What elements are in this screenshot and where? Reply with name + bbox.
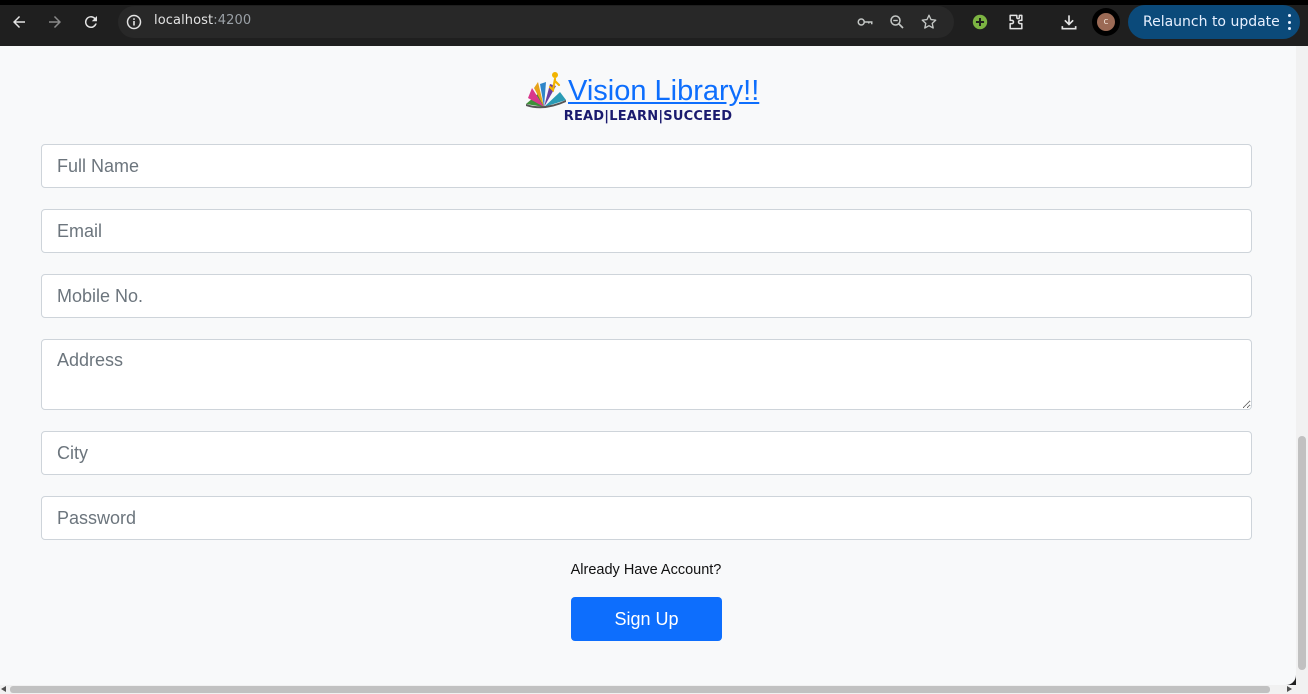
more-menu-icon[interactable] <box>1286 12 1292 32</box>
address-bar[interactable]: localhost:4200 <box>118 6 954 38</box>
page-viewport: Vision Library!! READ|LEARN|SUCCEED Alre… <box>0 46 1296 685</box>
avatar-initial: c <box>1097 13 1115 31</box>
site-title-link[interactable]: Vision Library!! <box>568 72 759 110</box>
scroll-right-icon[interactable] <box>1287 686 1292 692</box>
url-text: localhost:4200 <box>154 13 251 28</box>
book-logo-icon <box>526 72 566 109</box>
relaunch-button[interactable]: Relaunch to update <box>1128 5 1300 39</box>
email-input[interactable] <box>41 209 1252 253</box>
download-icon[interactable] <box>1058 11 1080 33</box>
extensions-puzzle-icon[interactable] <box>1005 11 1027 33</box>
mobile-input[interactable] <box>41 274 1252 318</box>
window-top-edge <box>0 0 1308 5</box>
brand-header: Vision Library!! <box>522 66 759 110</box>
zoom-icon[interactable] <box>888 13 906 31</box>
forward-icon[interactable] <box>43 10 67 34</box>
password-input[interactable] <box>41 496 1252 540</box>
scroll-left-icon[interactable] <box>1 686 6 692</box>
reload-icon[interactable] <box>79 10 103 34</box>
horizontal-scroll-thumb[interactable] <box>10 686 1270 693</box>
url-port: :4200 <box>213 13 252 28</box>
browser-toolbar: localhost:4200 c Relaunch to update <box>0 0 1308 46</box>
site-info-icon[interactable] <box>126 14 142 30</box>
vertical-scroll-thumb[interactable] <box>1298 436 1306 670</box>
full-name-input[interactable] <box>41 144 1252 188</box>
extension-green-icon[interactable] <box>969 11 991 33</box>
address-textarea[interactable] <box>41 339 1252 410</box>
already-account-link[interactable]: Already Have Account? <box>0 562 1292 578</box>
bookmark-star-icon[interactable] <box>920 13 938 31</box>
tagline: READ|LEARN|SUCCEED <box>563 109 733 124</box>
password-key-icon[interactable] <box>856 13 874 31</box>
signup-button[interactable]: Sign Up <box>571 597 722 641</box>
back-icon[interactable] <box>7 10 31 34</box>
horizontal-scrollbar[interactable] <box>0 685 1308 694</box>
city-input[interactable] <box>41 431 1252 475</box>
vertical-scrollbar[interactable] <box>1296 46 1308 685</box>
profile-avatar[interactable]: c <box>1092 8 1120 36</box>
url-host: localhost <box>154 13 214 28</box>
relaunch-label: Relaunch to update <box>1143 14 1280 30</box>
